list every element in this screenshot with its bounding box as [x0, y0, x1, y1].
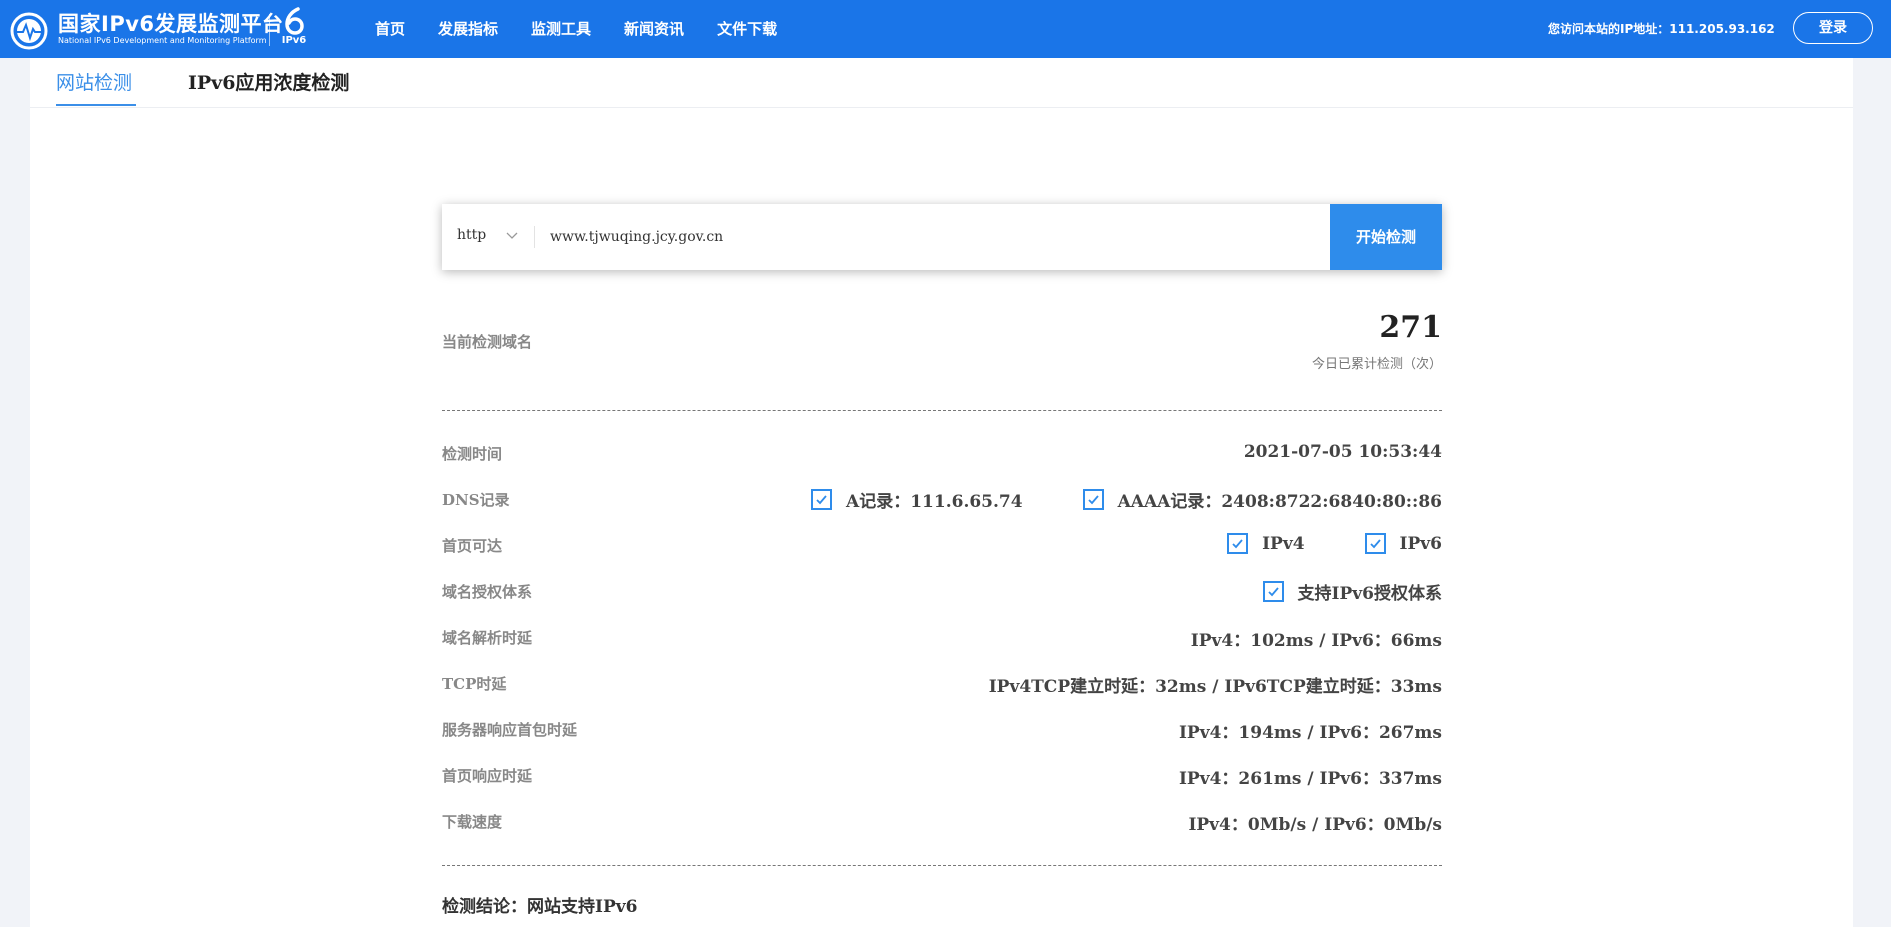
- label-check-time: 检测时间: [442, 445, 503, 463]
- nav-tools[interactable]: 监测工具: [531, 18, 591, 39]
- label-first-packet-latency: 服务器响应首包时延: [442, 721, 578, 739]
- check-count: 271: [1379, 310, 1442, 345]
- homepage-ipv4-text: IPv4: [1262, 533, 1305, 554]
- value-homepage-reachable: IPv4 IPv6: [1227, 533, 1442, 554]
- label-domain-auth: 域名授权体系: [442, 583, 533, 601]
- logo-divider: [269, 14, 270, 46]
- visitor-ip-text: 您访问本站的IP地址：111.205.93.162: [1548, 22, 1775, 36]
- label-dns-latency: 域名解析时延: [442, 629, 533, 647]
- label-dns: DNS记录: [442, 491, 510, 509]
- value-check-time: 2021-07-05 10:53:44: [1243, 442, 1442, 462]
- check-count-label: 今日已累计检测（次）: [1311, 357, 1442, 372]
- ipv6-logo: IPv6: [280, 6, 308, 52]
- main-nav: 首页 发展指标 监测工具 新闻资讯 文件下载: [375, 18, 810, 39]
- homepage-ipv6-text: IPv6: [1399, 533, 1442, 554]
- url-input[interactable]: [550, 224, 1170, 250]
- value-domain-auth: 支持IPv6授权体系: [1262, 579, 1442, 604]
- checkbox-checked-icon: [811, 489, 833, 510]
- divider-top: [442, 410, 1442, 411]
- platform-title[interactable]: 国家IPv6发展监测平台: [58, 8, 284, 38]
- dns-aaaa-record: AAAA记录：2408:8722:6840:80::86: [1082, 487, 1442, 512]
- checkbox-checked-icon: [1227, 533, 1249, 554]
- nav-indicators[interactable]: 发展指标: [438, 18, 498, 39]
- value-dns: A记录：111.6.65.74 AAAA记录：2408:8722:6840:80…: [811, 487, 1442, 512]
- label-homepage-latency: 首页响应时延: [442, 767, 533, 785]
- tab-ipv6-app-density[interactable]: IPv6应用浓度检测: [188, 68, 349, 95]
- search-bar: http 开始检测: [442, 204, 1442, 270]
- current-domain-label: 当前检测域名: [442, 333, 533, 351]
- top-navbar: 国家IPv6发展监测平台 National IPv6 Development a…: [0, 0, 1891, 58]
- checkbox-checked-icon: [1262, 581, 1284, 602]
- checkbox-checked-icon: [1082, 489, 1104, 510]
- dns-a-record: A记录：111.6.65.74: [811, 487, 1023, 512]
- tab-website-check[interactable]: 网站检测: [56, 68, 132, 95]
- value-dns-latency: IPv4：102ms / IPv6：66ms: [1190, 631, 1442, 651]
- label-download-speed: 下载速度: [442, 813, 503, 831]
- nav-downloads[interactable]: 文件下载: [717, 18, 777, 39]
- domain-auth-text: 支持IPv6授权体系: [1297, 584, 1442, 604]
- dns-a-record-text: A记录：111.6.65.74: [846, 492, 1023, 512]
- divider-bottom: [442, 865, 1442, 866]
- tab-bar: 网站检测 IPv6应用浓度检测: [30, 58, 1853, 108]
- chevron-down-icon[interactable]: [506, 232, 518, 240]
- ipv6-logo-text: IPv6: [281, 35, 307, 46]
- value-homepage-latency: IPv4：261ms / IPv6：337ms: [1178, 769, 1442, 789]
- domain-auth-option: 支持IPv6授权体系: [1262, 579, 1442, 604]
- checkbox-checked-icon: [1364, 533, 1386, 554]
- protocol-select[interactable]: http: [457, 227, 486, 243]
- nav-home[interactable]: 首页: [375, 18, 405, 39]
- check-conclusion: 检测结论：网站支持IPv6: [442, 897, 638, 917]
- nav-news[interactable]: 新闻资讯: [624, 18, 684, 39]
- homepage-ipv6: IPv6: [1364, 533, 1442, 554]
- value-tcp-latency: IPv4TCP建立时延：32ms / IPv6TCP建立时延：33ms: [988, 677, 1442, 697]
- label-tcp-latency: TCP时延: [442, 675, 507, 693]
- protocol-divider: [534, 226, 535, 248]
- dns-aaaa-record-text: AAAA记录：2408:8722:6840:80::86: [1117, 492, 1442, 512]
- start-check-button[interactable]: 开始检测: [1330, 204, 1442, 270]
- ipv6-6-icon: [285, 7, 304, 35]
- label-homepage-reachable: 首页可达: [442, 537, 503, 555]
- main-card: 网站检测 IPv6应用浓度检测 http 开始检测 当前检测域名 271 今日已…: [30, 58, 1853, 927]
- platform-logo-icon[interactable]: [9, 11, 49, 51]
- value-first-packet-latency: IPv4：194ms / IPv6：267ms: [1178, 723, 1442, 743]
- platform-subtitle: National IPv6 Development and Monitoring…: [58, 36, 267, 45]
- value-download-speed: IPv4：0Mb/s / IPv6：0Mb/s: [1188, 815, 1442, 835]
- active-tab-indicator: [56, 104, 136, 106]
- login-button[interactable]: 登录: [1793, 12, 1873, 44]
- homepage-ipv4: IPv4: [1227, 533, 1305, 554]
